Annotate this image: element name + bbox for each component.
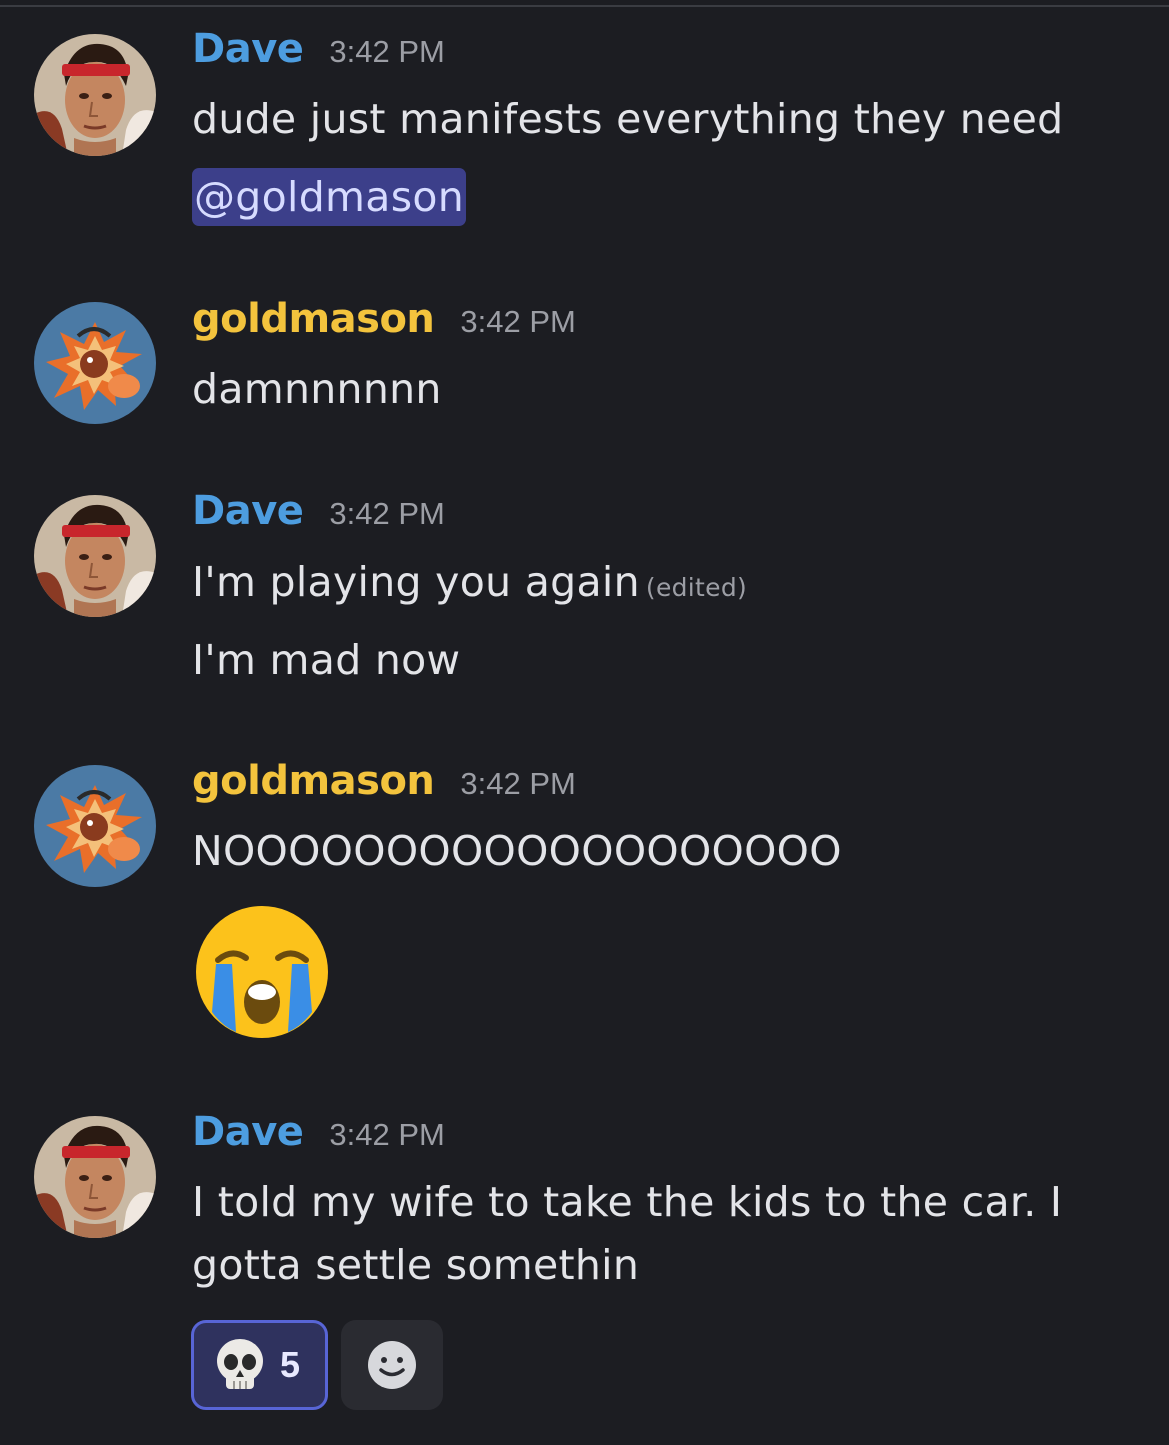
add-reaction-button[interactable] (341, 1320, 443, 1410)
author-name[interactable]: Dave (192, 488, 304, 534)
smiley-icon (368, 1341, 416, 1389)
message-text: I told my wife to take the kids to the c… (192, 1178, 1063, 1226)
top-divider (0, 0, 1169, 7)
message-line: I'm playing you again (edited) (192, 551, 747, 619)
message-text: dude just manifests everything they need (192, 95, 1064, 143)
timestamp: 3:42 PM (460, 766, 576, 801)
message-text: damnnnnnn (192, 365, 442, 413)
message-header: Dave 3:42 PM (192, 26, 445, 86)
timestamp: 3:42 PM (460, 304, 576, 339)
avatar-dave[interactable] (34, 34, 156, 156)
edited-label: (edited) (645, 573, 748, 602)
avatar-goldmason[interactable] (34, 302, 156, 424)
author-name[interactable]: goldmason (192, 758, 435, 804)
message-text: I'm mad now (192, 636, 461, 684)
dave-avatar-image (34, 34, 156, 156)
message-header: goldmason 3:42 PM (192, 296, 576, 356)
user-mention[interactable]: @goldmason (192, 168, 467, 226)
message-header: Dave 3:42 PM (192, 1109, 445, 1169)
avatar-dave[interactable] (34, 495, 156, 617)
message-text: gotta settle somethin (192, 1241, 640, 1289)
message-text: I'm playing you again (192, 558, 640, 606)
reaction-count: 5 (280, 1344, 301, 1385)
author-name[interactable]: Dave (192, 26, 304, 72)
author-name[interactable]: goldmason (192, 296, 435, 342)
author-name[interactable]: Dave (192, 1109, 304, 1155)
timestamp: 3:42 PM (329, 1117, 445, 1152)
message-header: Dave 3:42 PM (192, 488, 445, 548)
message-header: goldmason 3:42 PM (192, 758, 576, 818)
message-text: NOOOOOOOOOOOOOOOOOOO (192, 827, 842, 875)
skull-icon (217, 1339, 263, 1389)
timestamp: 3:42 PM (329, 496, 445, 531)
reaction-skull[interactable]: 5 (191, 1320, 328, 1410)
message-line: @goldmason (192, 166, 467, 228)
avatar-dave[interactable] (34, 1116, 156, 1238)
dave-avatar-image (34, 495, 156, 617)
goldmason-avatar-image (34, 765, 156, 887)
avatar-goldmason[interactable] (34, 765, 156, 887)
dave-avatar-image (34, 1116, 156, 1238)
timestamp: 3:42 PM (329, 34, 445, 69)
loudly-crying-face-icon (192, 902, 332, 1042)
goldmason-avatar-image (34, 302, 156, 424)
